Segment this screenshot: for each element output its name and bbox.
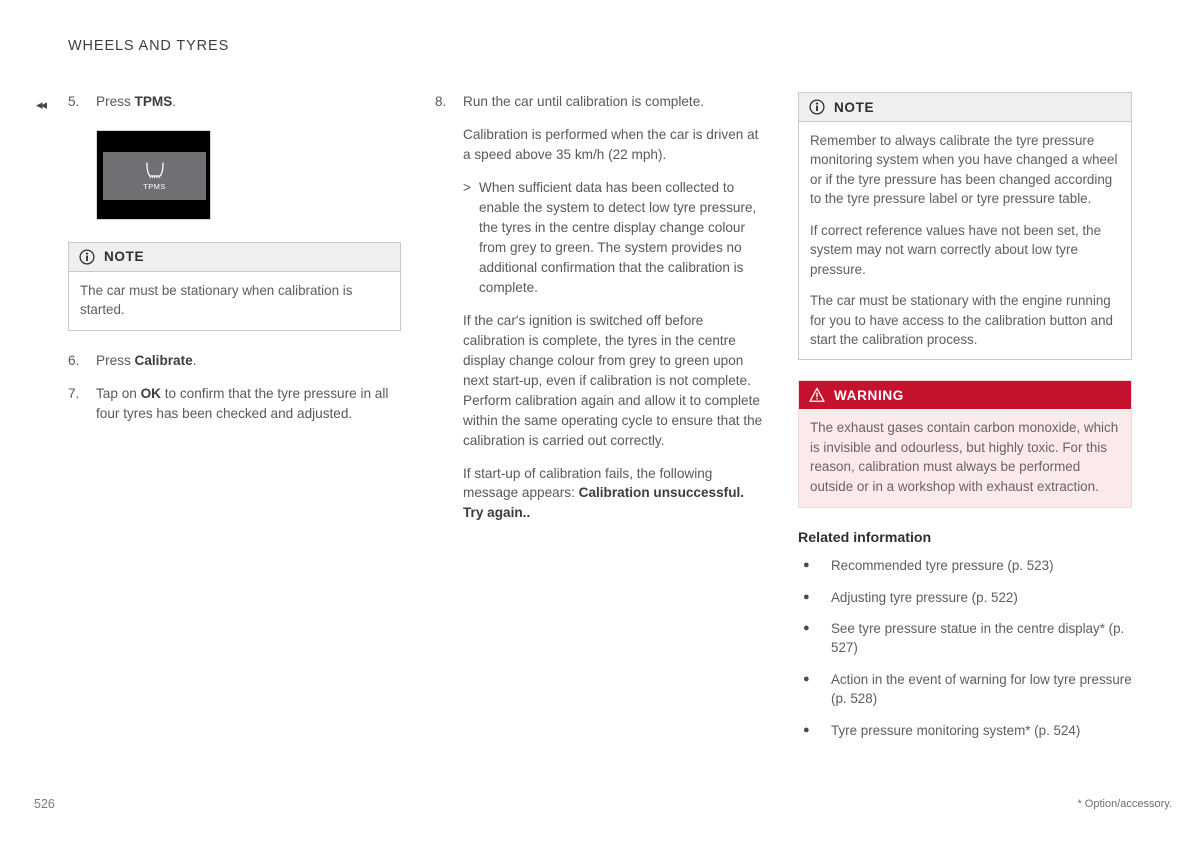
ignition-off-paragraph: If the car's ignition is switched off be… xyxy=(463,312,763,448)
bullet-icon: ● xyxy=(803,590,810,603)
sub-bullet-text: When sufficient data has been collected … xyxy=(479,179,757,295)
tpms-button-graphic: TPMS xyxy=(103,151,206,200)
info-icon xyxy=(809,99,825,115)
list-item[interactable]: ● Tyre pressure monitoring system* (p. 5… xyxy=(798,721,1132,740)
bullet-icon: ● xyxy=(803,622,810,634)
step-6-suffix: . xyxy=(192,352,197,368)
left-column: 5. Press TPMS. TPMS NOTE The car must be… xyxy=(68,92,401,437)
step-7-number: 7. xyxy=(68,385,80,401)
step-7-bold: OK xyxy=(140,385,161,401)
footnote-option-accessory: * Option/accessory. xyxy=(1077,798,1172,810)
tpms-button-figure: TPMS xyxy=(96,129,211,220)
step-6-prefix: Press xyxy=(96,352,135,368)
related-link[interactable]: Tyre pressure monitoring system* (p. 524… xyxy=(831,721,1132,740)
warning-body: The exhaust gases contain carbon monoxid… xyxy=(799,409,1131,507)
related-information-list: ● Recommended tyre pressure (p. 523) ● A… xyxy=(798,556,1132,740)
step-7-prefix: Tap on xyxy=(96,385,141,401)
step-5-bold: TPMS xyxy=(134,94,173,109)
note-body: Remember to always calibrate the tyre pr… xyxy=(799,122,1131,359)
bullet-icon: ● xyxy=(803,672,810,685)
related-link[interactable]: See tyre pressure statue in the centre d… xyxy=(831,619,1132,658)
sub-bullet-item: > When sufficient data has been collecte… xyxy=(463,178,765,298)
step-6-text: Press Calibrate. xyxy=(96,351,401,371)
bullet-icon: ● xyxy=(803,723,810,736)
list-item[interactable]: ● Action in the event of warning for low… xyxy=(798,670,1132,709)
previous-page-chevron-icon[interactable]: ◂◂ xyxy=(36,98,47,111)
tpms-button-label: TPMS xyxy=(143,182,166,192)
failure-message-paragraph: If start-up of calibration fails, the fo… xyxy=(463,464,765,524)
note-body: The car must be stationary when calibrat… xyxy=(69,272,400,330)
note-title: NOTE xyxy=(834,99,875,115)
step-6-number: 6. xyxy=(68,352,80,368)
info-icon xyxy=(79,249,95,265)
page-title: WHEELS AND TYRES xyxy=(68,38,230,54)
warning-box: WARNING The exhaust gases contain carbon… xyxy=(798,380,1132,509)
note-paragraph: The car must be stationary when calibrat… xyxy=(80,282,353,318)
step-7: 7. Tap on OK to confirm that the tyre pr… xyxy=(68,384,401,424)
step-8-number: 8. xyxy=(435,94,447,109)
step-6-bold: Calibrate xyxy=(134,352,193,368)
related-link[interactable]: Recommended tyre pressure (p. 523) xyxy=(831,556,1132,575)
list-item[interactable]: ● See tyre pressure statue in the centre… xyxy=(798,619,1132,658)
step-7-text: Tap on OK to confirm that the tyre press… xyxy=(96,384,401,424)
step-8: 8. Run the car until calibration is comp… xyxy=(435,92,765,112)
step-6: 6. Press Calibrate. xyxy=(68,351,401,371)
bullet-icon: ● xyxy=(803,559,810,572)
related-link[interactable]: Action in the event of warning for low t… xyxy=(831,670,1132,709)
page-number: 526 xyxy=(34,797,55,811)
note-paragraph-2: If correct reference values have not bee… xyxy=(810,222,1102,277)
warning-triangle-icon xyxy=(809,388,825,403)
step-5-prefix: Press xyxy=(96,94,135,109)
tyre-pressure-icon xyxy=(145,162,164,179)
step-8-text: Run the car until calibration is complet… xyxy=(463,94,705,109)
related-information-title: Related information xyxy=(798,530,932,547)
right-column: NOTE Remember to always calibrate the ty… xyxy=(798,92,1132,752)
warning-text: The exhaust gases contain carbon monoxid… xyxy=(810,420,1119,494)
step-5-number: 5. xyxy=(68,94,80,109)
calibration-speed-paragraph: Calibration is performed when the car is… xyxy=(463,126,759,162)
note-paragraph-3: The car must be stationary with the engi… xyxy=(810,293,1113,347)
warning-header: WARNING xyxy=(799,381,1131,410)
step-5-text: Press TPMS. xyxy=(96,92,401,112)
note-box-right: NOTE Remember to always calibrate the ty… xyxy=(798,92,1132,361)
note-header: NOTE xyxy=(799,93,1131,122)
list-item[interactable]: ● Adjusting tyre pressure (p. 522) xyxy=(798,588,1132,607)
step-5: 5. Press TPMS. xyxy=(68,92,401,112)
note-box-left: NOTE The car must be stationary when cal… xyxy=(68,241,401,331)
related-link[interactable]: Adjusting tyre pressure (p. 522) xyxy=(831,588,1132,607)
list-item[interactable]: ● Recommended tyre pressure (p. 523) xyxy=(798,556,1132,575)
note-paragraph-1: Remember to always calibrate the tyre pr… xyxy=(810,133,1118,207)
middle-column: 8. Run the car until calibration is comp… xyxy=(435,92,765,536)
note-header: NOTE xyxy=(69,242,400,272)
warning-title: WARNING xyxy=(834,387,904,403)
step-5-suffix: . xyxy=(172,94,177,109)
sub-bullet-marker-icon: > xyxy=(463,179,471,195)
manual-page: WHEELS AND TYRES ◂◂ 5. Press TPMS. TPMS … xyxy=(0,0,1200,845)
note-title: NOTE xyxy=(104,249,145,265)
